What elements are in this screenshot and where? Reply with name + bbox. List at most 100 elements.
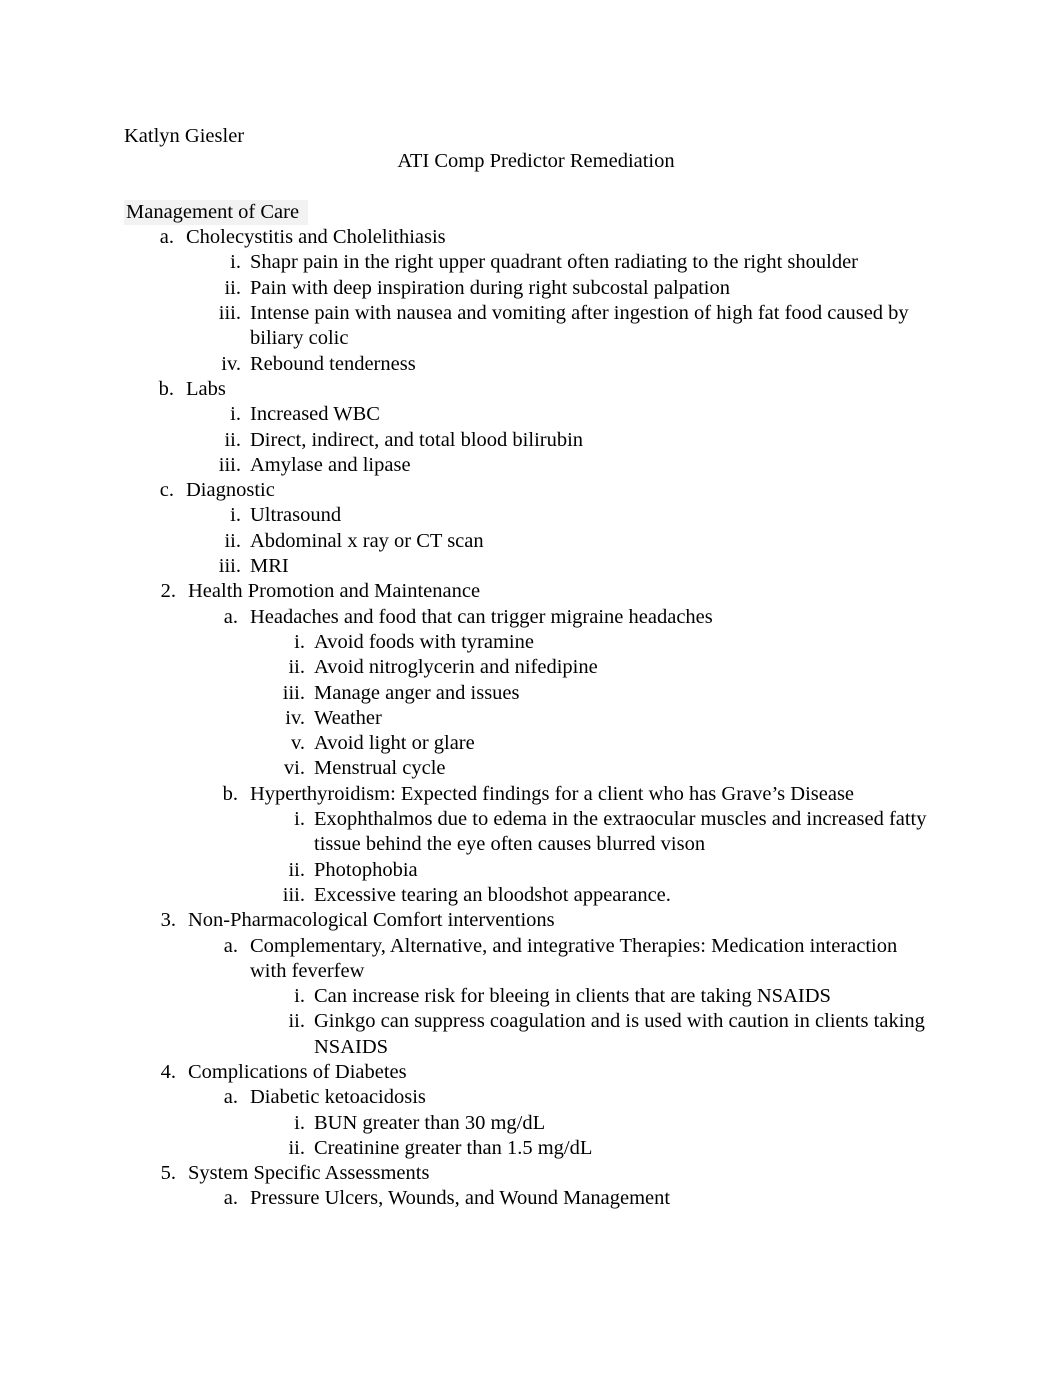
outline-item-level-2: a. Cholecystitis and Cholelithiasis i. Shap…	[124, 225, 934, 377]
outline-item-text: Headaches and food that can trigger migr…	[250, 605, 713, 628]
outline-item-level-3: i. BUN greater than 30 mg/dL	[250, 1111, 934, 1136]
outline-item-text: Manage anger and issues	[314, 681, 520, 704]
outline-marker: iii.	[282, 883, 305, 906]
outline-item-text: Weather	[314, 706, 382, 729]
outline-item-text: MRI	[250, 555, 289, 578]
author-name: Katlyn Giesler	[124, 125, 245, 147]
outline-marker: a.	[223, 605, 238, 628]
outline-item-text: Cholecystitis and Cholelithiasis	[186, 226, 446, 249]
outline-item-level-3: ii. Creatinine greater than 1.5 mg/dL	[250, 1136, 934, 1161]
outline-marker: ii.	[224, 276, 241, 299]
outline-section-1-children: a. Cholecystitis and Cholelithiasis i. Shap…	[124, 225, 934, 579]
outline-marker: ii.	[288, 656, 305, 679]
outline-marker: a.	[223, 934, 238, 957]
outline-item-level-3: iii. Intense pain with nausea and vomitin…	[186, 301, 934, 352]
outline-sections: 2. Health Promotion and Maintenance a. Head…	[124, 579, 934, 1211]
outline-marker: ii.	[288, 858, 305, 881]
outline-sublist-level-2: a. Pressure Ulcers, Wounds, and Wound Man…	[188, 1186, 934, 1211]
outline-marker: a.	[159, 226, 174, 249]
outline-marker: i.	[230, 251, 241, 274]
outline-sublist-level-3: i. Avoid foods with tyramine ii. Avoid nitr…	[250, 630, 934, 782]
outline-item-level-3: i. Shapr pain in the right upper quadrant…	[186, 250, 934, 275]
outline-item-text: Non-Pharmacological Comfort intervention…	[188, 909, 555, 932]
outline-sublist-level-2: a. Diabetic ketoacidosis i. BUN greater tha…	[188, 1085, 934, 1161]
outline-item-text: Hyperthyroidism: Expected findings for a…	[250, 782, 855, 805]
outline-item-text: Pressure Ulcers, Wounds, and Wound Manag…	[250, 1187, 671, 1210]
section-heading-management-of-care: Management of Care	[124, 199, 934, 225]
outline-marker: b.	[158, 377, 174, 400]
outline-item-text: Rebound tenderness	[250, 352, 416, 375]
outline-sublist-level-3: i. Can increase risk for bleeing in clien…	[250, 984, 934, 1060]
outline-sublist-level-3: i. Shapr pain in the right upper quadrant…	[186, 250, 934, 376]
outline-item-level-3: i. Exophthalmos due to edema in the extra…	[250, 807, 934, 858]
outline-item-text: BUN greater than 30 mg/dL	[314, 1111, 546, 1134]
outline-sublist-level-3: i. Exophthalmos due to edema in the extra…	[250, 807, 934, 908]
outline-sublist-level-3: i. Increased WBC ii. Direct, indirect, and …	[186, 402, 934, 478]
outline-item-text: Increased WBC	[250, 403, 380, 426]
outline-item-text: Direct, indirect, and total blood biliru…	[250, 428, 584, 451]
outline-item-level-3: i. Can increase risk for bleeing in clien…	[250, 984, 934, 1009]
outline-marker: iii.	[218, 302, 241, 325]
outline-item-text: Menstrual cycle	[314, 757, 446, 780]
outline-item-level-3: iii. Manage anger and issues	[250, 681, 934, 706]
outline-marker: ii.	[224, 428, 241, 451]
outline-item-text: Avoid foods with tyramine	[314, 630, 534, 653]
outline-marker: 5.	[160, 1162, 176, 1185]
outline-marker: ii.	[288, 1136, 305, 1159]
outline-item-level-2: a. Diabetic ketoacidosis i. BUN greater tha…	[188, 1085, 934, 1161]
outline-item-level-1: 3. Non-Pharmacological Comfort interventi…	[124, 908, 934, 1060]
outline-item-level-2: a. Pressure Ulcers, Wounds, and Wound Man…	[188, 1186, 934, 1211]
outline-item-text: Diabetic ketoacidosis	[250, 1086, 426, 1109]
outline-marker: vi.	[283, 757, 305, 780]
outline-item-text: Creatinine greater than 1.5 mg/dL	[314, 1136, 593, 1159]
outline-marker: iii.	[218, 555, 241, 578]
outline-item-text: Can increase risk for bleeing in clients…	[314, 985, 831, 1008]
document-title: ATI Comp Predictor Remediation	[397, 150, 675, 173]
outline-marker: i.	[294, 630, 305, 653]
outline-marker: iii.	[218, 453, 241, 476]
outline-item-level-3: ii. Abdominal x ray or CT scan	[186, 529, 934, 554]
outline-item-level-3: v. Avoid light or glare	[250, 731, 934, 756]
outline-marker: iii.	[282, 681, 305, 704]
outline-item-text: Amylase and lipase	[250, 453, 411, 476]
outline-marker: ii.	[224, 529, 241, 552]
outline-item-text: Exophthalmos due to edema in the extraoc…	[314, 808, 927, 856]
outline-item-text: Photophobia	[314, 858, 418, 881]
outline-item-level-2: b. Labs i. Increased WBC ii. Direct, indirect…	[124, 377, 934, 478]
outline-item-text: System Specific Assessments	[188, 1162, 430, 1185]
outline-item-level-3: i. Avoid foods with tyramine	[250, 630, 934, 655]
outline-item-level-3: i. Ultrasound	[186, 503, 934, 528]
outline-item-level-3: iii. Excessive tearing an bloodshot appea…	[250, 883, 934, 908]
outline-item-level-3: ii. Avoid nitroglycerin and nifedipine	[250, 655, 934, 680]
outline-item-level-1: 4. Complications of Diabetes a. Diabetic ke…	[124, 1060, 934, 1161]
outline-item-text: Ultrasound	[250, 504, 342, 527]
outline-item-text: Avoid nitroglycerin and nifedipine	[314, 656, 598, 679]
outline-item-text: Avoid light or glare	[314, 732, 475, 755]
outline-item-text: Intense pain with nausea and vomiting af…	[250, 302, 909, 350]
outline-item-text: Pain with deep inspiration during right …	[250, 276, 730, 299]
outline-item-text: Complications of Diabetes	[188, 1060, 407, 1083]
outline-marker: i.	[230, 504, 241, 527]
outline-marker: i.	[294, 808, 305, 831]
outline-marker: v.	[290, 732, 305, 755]
outline-marker: i.	[294, 1111, 305, 1134]
outline-item-level-3: ii. Ginkgo can suppress coagulation and i…	[250, 1009, 934, 1060]
outline-item-level-2: a. Complementary, Alternative, and integr…	[188, 934, 934, 1060]
document-body: Katlyn Giesler ATI Comp Predictor Remedi…	[124, 124, 934, 1212]
outline-item-text: Abdominal x ray or CT scan	[250, 529, 484, 552]
outline-marker: 2.	[160, 580, 176, 603]
outline-item-level-3: i. Increased WBC	[186, 402, 934, 427]
outline-marker: iv.	[285, 706, 305, 729]
outline-marker: i.	[230, 403, 241, 426]
outline-item-text: Ginkgo can suppress coagulation and is u…	[314, 1010, 925, 1058]
outline-item-level-3: vi. Menstrual cycle	[250, 756, 934, 781]
outline-marker: ii.	[288, 1010, 305, 1033]
outline-item-text: Shapr pain in the right upper quadrant o…	[250, 251, 859, 274]
outline-item-text: Diagnostic	[186, 479, 275, 502]
outline-marker: 4.	[160, 1060, 176, 1083]
outline-item-level-1: 2. Health Promotion and Maintenance a. Head…	[124, 579, 934, 908]
outline-item-level-2: b. Hyperthyroidism: Expected findings for…	[188, 782, 934, 908]
outline-item-level-3: ii. Direct, indirect, and total blood bil…	[186, 428, 934, 453]
outline-sublist-level-2: a. Complementary, Alternative, and integr…	[188, 934, 934, 1060]
